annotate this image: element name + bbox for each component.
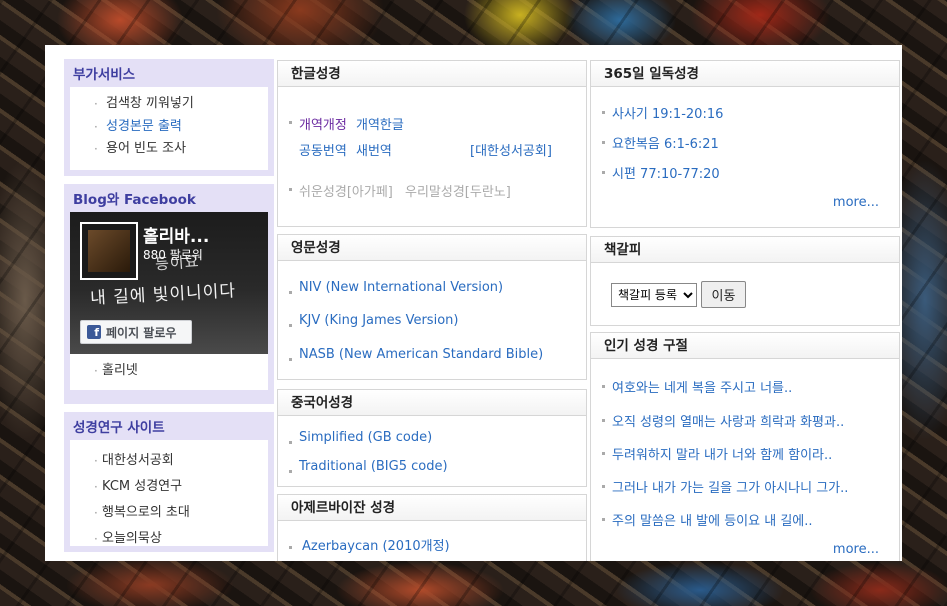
chinese-bible-title: 중국어성경	[278, 390, 586, 416]
version-new-translation[interactable]: 새번역	[356, 140, 392, 159]
fb-page-avatar[interactable]	[80, 222, 138, 280]
service-item-search-embed[interactable]: 검색창 끼워넣기	[70, 93, 268, 116]
version-common-translation[interactable]: 공동번역	[299, 140, 347, 159]
popular-verse-2[interactable]: 오직 성령의 열매는 사랑과 희락과 화평과..	[612, 411, 844, 430]
fb-page-name[interactable]: 홀리바...	[143, 222, 223, 247]
popular-verse-3[interactable]: 두려워하지 말라 내가 너와 함께 함이라..	[612, 444, 832, 463]
english-niv[interactable]: NIV (New International Version)	[299, 280, 503, 295]
chinese-bible-panel: 중국어성경 Simplified (GB code) Traditional (…	[277, 389, 587, 487]
popular-verse-1[interactable]: 여호와는 네게 복을 주시고 너를..	[612, 377, 792, 396]
bookmark-panel: 책갈피 책갈피 등록 이동	[590, 236, 900, 326]
facebook-icon: f	[87, 325, 101, 339]
research-item-kcm[interactable]: KCM 성경연구	[70, 474, 268, 500]
research-item-meditation[interactable]: 오늘의묵상	[70, 526, 268, 552]
fb-follow-button[interactable]: f 페이지 팔로우	[80, 320, 192, 344]
research-item-bsk[interactable]: 대한성서공회	[70, 448, 268, 474]
english-nasb[interactable]: NASB (New American Standard Bible)	[299, 347, 543, 362]
daily-reading-1[interactable]: 사사기 19:1-20:16	[612, 103, 723, 122]
daily-more-link[interactable]: more...	[833, 195, 879, 210]
research-list: 대한성서공회 KCM 성경연구 행복으로의 초대 오늘의묵상	[70, 440, 268, 552]
extra-services-title: 부가서비스	[73, 67, 136, 83]
extra-services-list: 검색창 끼워넣기 성경본문 출력 용어 빈도 조사	[70, 87, 268, 170]
left-column: 부가서비스 검색창 끼워넣기 성경본문 출력 용어 빈도 조사 Blog와 Fa…	[64, 59, 274, 560]
azerbaijani-2010[interactable]: Azerbaycan (2010개정)	[302, 535, 450, 554]
research-box: 성경연구 사이트 대한성서공회 KCM 성경연구 행복으로의 초대 오늘의묵상	[64, 412, 274, 552]
korean-bible-panel: 한글성경 개역개정 개역한글 공동번역 새번역 [대한성서공회] 쉬운성경[아가…	[277, 60, 587, 227]
popular-verses-title: 인기 성경 구절	[591, 333, 899, 359]
version-our-words[interactable]: 우리말성경[두란노]	[405, 181, 511, 200]
facebook-page-widget[interactable]: 등이요 내 길에 빛이니이다 홀리바... 880 팔로워 f 페이지 팔로우	[70, 212, 268, 354]
social-list: 홀리넷	[70, 354, 268, 390]
research-title: 성경연구 사이트	[73, 420, 165, 436]
fb-follower-count: 880 팔로워	[143, 248, 203, 262]
service-item-term-frequency[interactable]: 용어 빈도 조사	[70, 138, 268, 161]
holynet-link[interactable]: 홀리넷	[70, 360, 268, 383]
version-revised-new[interactable]: 개역개정	[299, 114, 347, 133]
bookmark-select[interactable]: 책갈피 등록	[611, 283, 697, 307]
english-kjv[interactable]: KJV (King James Version)	[299, 313, 458, 328]
popular-verse-5[interactable]: 주의 말씀은 내 발에 등이요 내 길에..	[612, 510, 813, 529]
social-title: Blog와 Facebook	[73, 192, 196, 208]
english-bible-title: 영문성경	[278, 235, 586, 261]
fb-follow-label: 페이지 팔로우	[106, 325, 177, 340]
popular-verse-4[interactable]: 그러나 내가 가는 길을 그가 아시나니 그가..	[612, 477, 848, 496]
service-item-print[interactable]: 성경본문 출력	[70, 116, 268, 139]
daily-reading-title: 365일 일독성경	[591, 61, 899, 87]
bookmark-title: 책갈피	[591, 237, 899, 263]
daily-reading-3[interactable]: 시편 77:10-77:20	[612, 163, 720, 182]
extra-services-box: 부가서비스 검색창 끼워넣기 성경본문 출력 용어 빈도 조사	[64, 59, 274, 176]
version-revised-korean[interactable]: 개역한글	[356, 114, 404, 133]
english-bible-panel: 영문성경 NIV (New International Version) KJV…	[277, 234, 587, 380]
fb-cover-text-2: 내 길에 빛이니이다	[89, 281, 237, 309]
bsk-publisher-link[interactable]: [대한성서공회]	[470, 140, 552, 159]
chinese-traditional[interactable]: Traditional (BIG5 code)	[299, 459, 448, 474]
daily-reading-2[interactable]: 요한복음 6:1-6:21	[612, 133, 719, 152]
research-item-happiness[interactable]: 행복으로의 초대	[70, 500, 268, 526]
bookmark-go-button[interactable]: 이동	[701, 281, 746, 308]
popular-more-link[interactable]: more...	[833, 542, 879, 557]
azerbaijani-bible-panel: 아제르바이잔 성경 Azerbaycan (2010개정)	[277, 494, 587, 561]
version-easy-bible[interactable]: 쉬운성경[아가페]	[299, 181, 393, 200]
daily-reading-panel: 365일 일독성경 사사기 19:1-20:16 요한복음 6:1-6:21 시…	[590, 60, 900, 228]
azerbaijani-bible-title: 아제르바이잔 성경	[278, 495, 586, 521]
main-container: 부가서비스 검색창 끼워넣기 성경본문 출력 용어 빈도 조사 Blog와 Fa…	[45, 45, 902, 561]
social-box: Blog와 Facebook 등이요 내 길에 빛이니이다 홀리바... 880…	[64, 184, 274, 404]
chinese-simplified[interactable]: Simplified (GB code)	[299, 430, 432, 445]
popular-verses-panel: 인기 성경 구절 여호와는 네게 복을 주시고 너를.. 오직 성령의 열매는 …	[590, 332, 900, 561]
korean-bible-title: 한글성경	[278, 61, 586, 87]
